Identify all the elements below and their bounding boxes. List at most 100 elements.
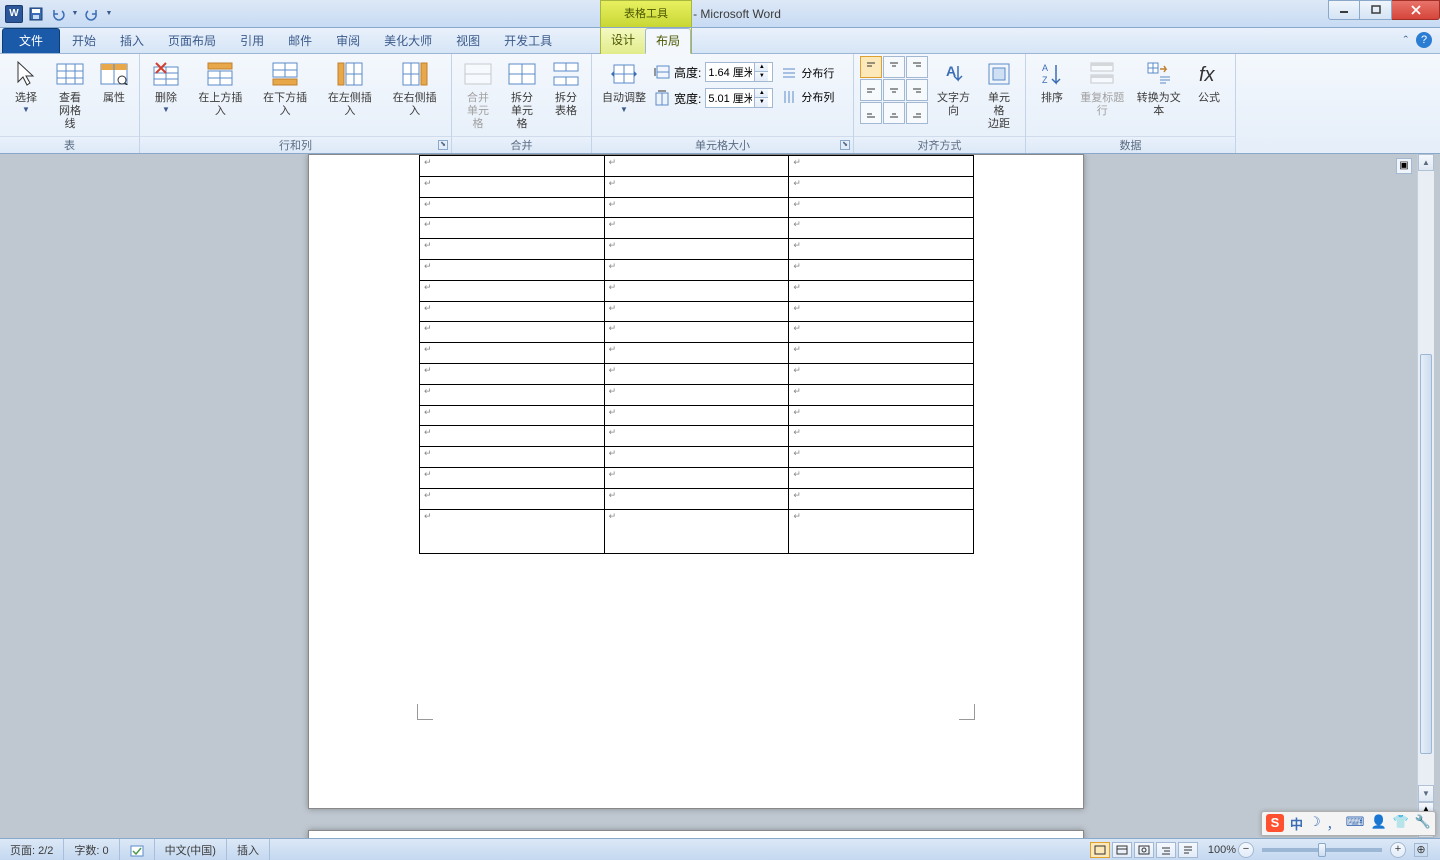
- convert-text-button[interactable]: 转换为文本: [1133, 56, 1186, 120]
- tab-design[interactable]: 设计: [601, 28, 645, 54]
- table-row[interactable]: [420, 259, 974, 280]
- distribute-rows-button[interactable]: 分布行: [777, 62, 838, 84]
- page-1[interactable]: [308, 154, 1084, 809]
- tab-developer[interactable]: 开发工具: [492, 29, 564, 53]
- align-top-right[interactable]: [906, 56, 928, 78]
- tab-view[interactable]: 视图: [444, 29, 492, 53]
- scroll-thumb[interactable]: [1420, 354, 1432, 754]
- tab-layout[interactable]: 布局: [645, 28, 691, 54]
- sogou-ime-icon[interactable]: S: [1266, 814, 1284, 832]
- draft-view[interactable]: [1178, 842, 1198, 858]
- tab-review[interactable]: 审阅: [324, 29, 372, 53]
- properties-button[interactable]: 属性: [94, 56, 134, 107]
- maximize-button[interactable]: [1360, 0, 1392, 20]
- table-row[interactable]: [420, 488, 974, 509]
- zoom-handle[interactable]: [1318, 843, 1326, 857]
- status-proof[interactable]: [120, 839, 155, 860]
- delete-button[interactable]: 删除▼: [146, 56, 186, 116]
- tray-skin-icon[interactable]: 👕: [1393, 814, 1409, 833]
- table-row[interactable]: [420, 363, 974, 384]
- view-gridlines-button[interactable]: 查看 网格线: [50, 56, 90, 133]
- table-row[interactable]: [420, 176, 974, 197]
- height-up[interactable]: ▲: [755, 63, 768, 72]
- align-mid-center[interactable]: [883, 79, 905, 101]
- insert-left-button[interactable]: 在左侧插入: [320, 56, 381, 120]
- select-button[interactable]: 选择▼: [6, 56, 46, 116]
- align-bot-center[interactable]: [883, 102, 905, 124]
- tab-mailings[interactable]: 邮件: [276, 29, 324, 53]
- distribute-cols-button[interactable]: 分布列: [777, 86, 838, 108]
- height-down[interactable]: ▼: [755, 72, 768, 81]
- table-row[interactable]: [420, 426, 974, 447]
- insert-below-button[interactable]: 在下方插入: [255, 56, 316, 120]
- zoom-fit-button[interactable]: ⊕: [1414, 843, 1428, 857]
- status-lang[interactable]: 中文(中国): [155, 839, 227, 860]
- redo-icon[interactable]: [82, 4, 102, 24]
- autofit-button[interactable]: 自动调整▼: [598, 56, 650, 116]
- table-row[interactable]: [420, 197, 974, 218]
- width-input[interactable]: ▲▼: [705, 88, 773, 108]
- cell-size-launcher[interactable]: ⬊: [840, 140, 850, 150]
- minimize-button[interactable]: [1328, 0, 1360, 20]
- tab-references[interactable]: 引用: [228, 29, 276, 53]
- align-bot-right[interactable]: [906, 102, 928, 124]
- word-app-icon[interactable]: W: [4, 4, 24, 24]
- web-layout-view[interactable]: [1134, 842, 1154, 858]
- tray-punct-icon[interactable]: ，: [1327, 814, 1340, 833]
- table-row[interactable]: [420, 384, 974, 405]
- tray-moon-icon[interactable]: ☽: [1309, 814, 1321, 833]
- ime-lang-icon[interactable]: 中: [1290, 814, 1303, 833]
- minimize-ribbon-icon[interactable]: ˆ: [1404, 33, 1408, 48]
- tab-file[interactable]: 文件: [2, 28, 60, 53]
- save-icon[interactable]: [26, 4, 46, 24]
- split-table-button[interactable]: 拆分表格: [546, 56, 586, 120]
- align-mid-right[interactable]: [906, 79, 928, 101]
- qat-customize-icon[interactable]: ▼: [104, 4, 114, 24]
- scroll-up-button[interactable]: ▲: [1418, 154, 1434, 171]
- table-row[interactable]: [420, 322, 974, 343]
- sort-button[interactable]: AZ 排序: [1032, 56, 1072, 107]
- table-row[interactable]: [420, 301, 974, 322]
- insert-above-button[interactable]: 在上方插入: [190, 56, 251, 120]
- scroll-down-button[interactable]: ▼: [1418, 785, 1434, 802]
- print-layout-view[interactable]: [1090, 842, 1110, 858]
- tab-page-layout[interactable]: 页面布局: [156, 29, 228, 53]
- status-words[interactable]: 字数: 0: [64, 839, 119, 860]
- fullscreen-view[interactable]: [1112, 842, 1132, 858]
- table-row[interactable]: [420, 156, 974, 177]
- table-row[interactable]: [420, 509, 974, 553]
- status-page[interactable]: 页面: 2/2: [0, 839, 64, 860]
- outline-view[interactable]: [1156, 842, 1176, 858]
- align-top-left[interactable]: [860, 56, 882, 78]
- zoom-in-button[interactable]: +: [1390, 842, 1406, 858]
- zoom-out-button[interactable]: −: [1238, 842, 1254, 858]
- tray-user-icon[interactable]: 👤: [1370, 814, 1386, 833]
- text-direction-button[interactable]: A 文字方向: [932, 56, 975, 120]
- table-row[interactable]: [420, 467, 974, 488]
- table-row[interactable]: [420, 343, 974, 364]
- cell-margins-button[interactable]: 单元格 边距: [979, 56, 1019, 133]
- width-down[interactable]: ▼: [755, 98, 768, 107]
- split-cells-button[interactable]: 拆分 单元格: [502, 56, 542, 133]
- tab-home[interactable]: 开始: [60, 29, 108, 53]
- zoom-level[interactable]: 100%: [1208, 844, 1236, 856]
- undo-dropdown-icon[interactable]: ▼: [70, 4, 80, 24]
- undo-icon[interactable]: [48, 4, 68, 24]
- status-mode[interactable]: 插入: [227, 839, 270, 860]
- align-bot-left[interactable]: [860, 102, 882, 124]
- tab-beautify[interactable]: 美化大师: [372, 29, 444, 53]
- width-up[interactable]: ▲: [755, 89, 768, 98]
- tray-tool-icon[interactable]: 🔧: [1415, 814, 1431, 833]
- table-row[interactable]: [420, 218, 974, 239]
- ruler-toggle[interactable]: ▣: [1396, 158, 1412, 174]
- table-row[interactable]: [420, 405, 974, 426]
- align-mid-left[interactable]: [860, 79, 882, 101]
- close-button[interactable]: [1392, 0, 1440, 20]
- insert-right-button[interactable]: 在右侧插入: [384, 56, 445, 120]
- tab-insert[interactable]: 插入: [108, 29, 156, 53]
- page-2[interactable]: ↵: [308, 830, 1084, 838]
- document-table-1[interactable]: [419, 155, 974, 554]
- table-row[interactable]: [420, 239, 974, 260]
- table-row[interactable]: [420, 280, 974, 301]
- document-viewport[interactable]: ▣: [10, 154, 1416, 838]
